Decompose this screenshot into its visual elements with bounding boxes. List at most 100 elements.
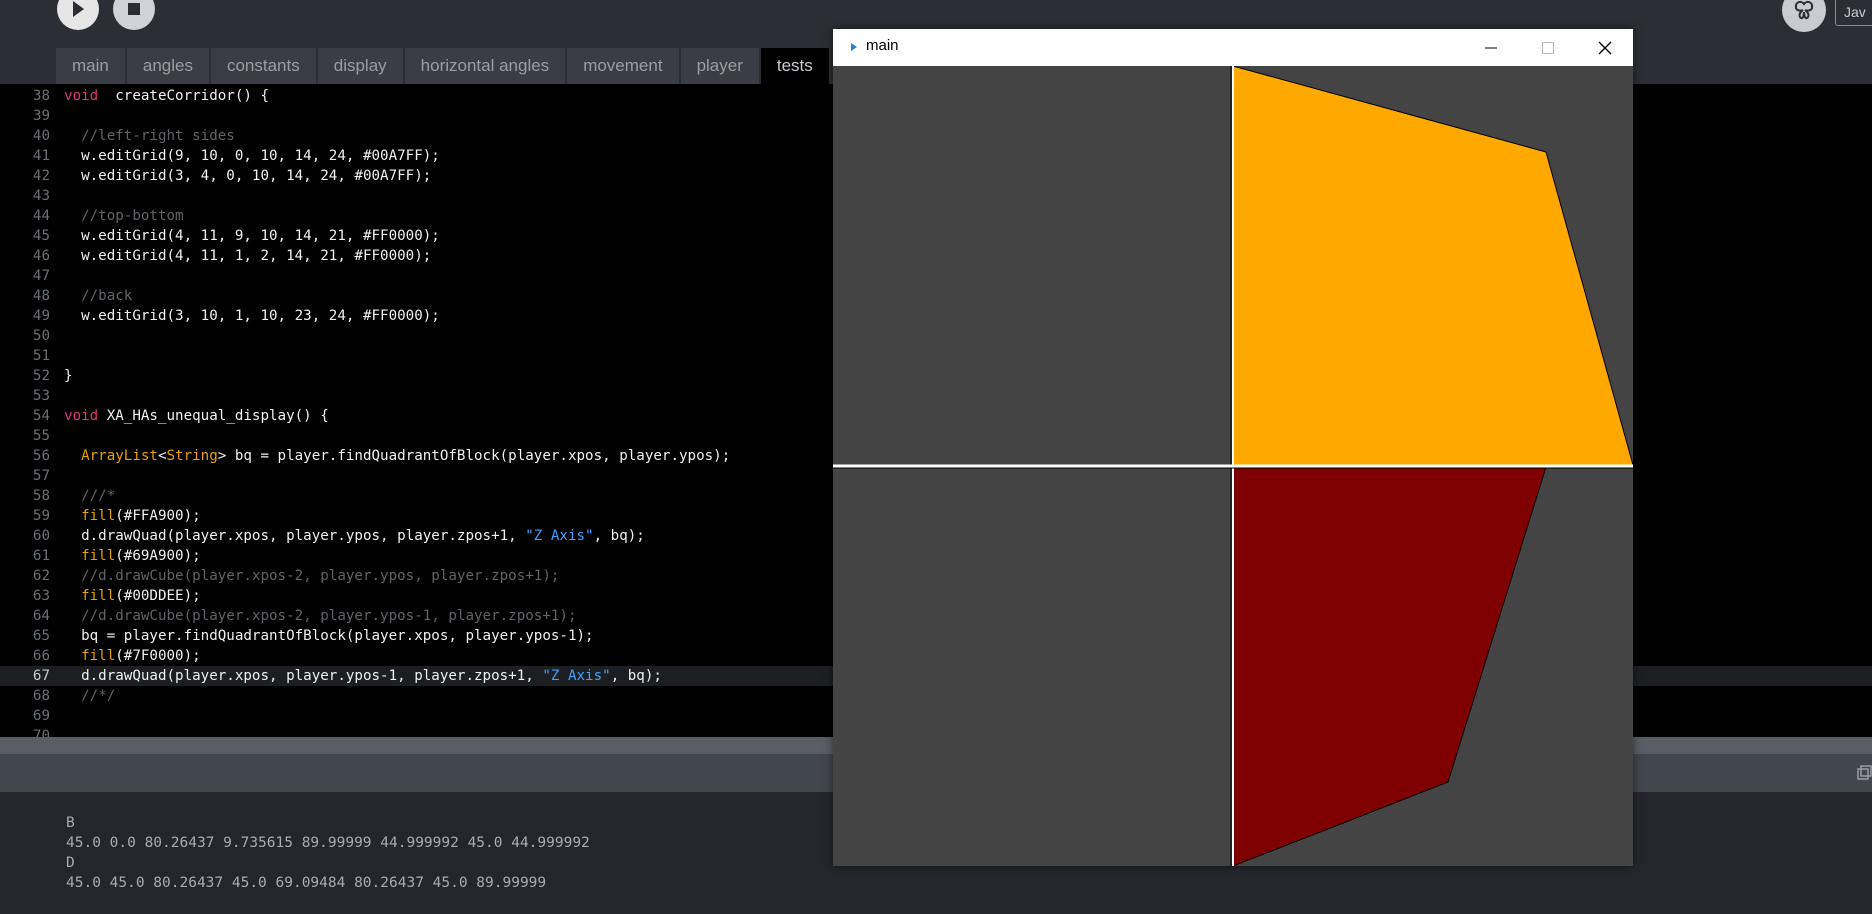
code-token: d.drawQuad(player.xpos, player.ypos, pla… bbox=[64, 528, 526, 544]
line-number: 46 bbox=[32, 248, 50, 264]
line-number: 59 bbox=[32, 508, 50, 524]
line-number: 53 bbox=[32, 388, 50, 404]
tab-movement[interactable]: movement bbox=[567, 48, 681, 84]
line-number: 63 bbox=[32, 588, 50, 604]
minimize-button[interactable] bbox=[1463, 29, 1519, 66]
console-line: D bbox=[66, 855, 75, 871]
line-number: 49 bbox=[32, 308, 50, 324]
code-text: fill(#00DDEE); bbox=[64, 586, 201, 606]
line-number: 42 bbox=[32, 168, 50, 184]
line-number: 56 bbox=[32, 448, 50, 464]
line-number: 58 bbox=[32, 488, 50, 504]
line-number: 43 bbox=[32, 188, 50, 204]
minimize-icon bbox=[1485, 47, 1497, 48]
mode-selector[interactable]: Jav bbox=[1835, 0, 1872, 26]
line-number: 69 bbox=[32, 708, 50, 724]
code-token: < bbox=[157, 448, 167, 464]
code-token: fill bbox=[81, 508, 116, 524]
line-number: 68 bbox=[32, 688, 50, 704]
code-text: } bbox=[64, 366, 73, 386]
line-number: 57 bbox=[32, 468, 50, 484]
sketch-window: main bbox=[833, 29, 1633, 866]
code-text: void XA_HAs_unequal_display() { bbox=[64, 406, 329, 426]
code-text: w.editGrid(4, 11, 9, 10, 14, 21, #FF0000… bbox=[64, 226, 440, 246]
code-token: //top-bottom bbox=[81, 208, 184, 224]
line-number: 51 bbox=[32, 348, 50, 364]
tab-angles[interactable]: angles bbox=[126, 48, 211, 84]
code-text: fill(#FFA900); bbox=[64, 506, 201, 526]
tab-player[interactable]: player bbox=[680, 48, 761, 84]
sketch-canvas[interactable] bbox=[833, 66, 1633, 866]
code-token: fill bbox=[81, 548, 116, 564]
code-text: //back bbox=[64, 286, 132, 306]
stop-button[interactable] bbox=[113, 0, 155, 30]
line-number: 47 bbox=[32, 268, 50, 284]
debugger-button[interactable] bbox=[1782, 0, 1826, 32]
stop-icon bbox=[128, 3, 140, 15]
code-token: (#FFA900); bbox=[115, 508, 201, 524]
maximize-icon bbox=[1542, 41, 1554, 54]
play-icon bbox=[73, 1, 84, 17]
maximize-button[interactable] bbox=[1520, 29, 1576, 66]
code-text: w.editGrid(3, 10, 1, 10, 23, 24, #FF0000… bbox=[64, 306, 440, 326]
close-button[interactable] bbox=[1577, 29, 1633, 66]
line-number: 61 bbox=[32, 548, 50, 564]
tab-tests[interactable]: tests bbox=[760, 48, 831, 84]
tab-horizontal-angles[interactable]: horizontal angles bbox=[404, 48, 568, 84]
code-text: //d.drawCube(player.xpos-2, player.ypos,… bbox=[64, 566, 559, 586]
line-number: 60 bbox=[32, 528, 50, 544]
line-number: 67 bbox=[32, 668, 50, 684]
window-title: main bbox=[866, 37, 899, 54]
processing-app-icon bbox=[851, 43, 857, 51]
code-token: , bq); bbox=[610, 668, 662, 684]
code-text: //d.drawCube(player.xpos-2, player.ypos-… bbox=[64, 606, 577, 626]
code-token: } bbox=[64, 368, 73, 384]
console-line: 45.0 45.0 80.26437 45.0 69.09484 80.2643… bbox=[66, 875, 547, 891]
code-token: ///* bbox=[81, 488, 116, 504]
window-titlebar[interactable]: main bbox=[833, 29, 1633, 66]
code-token: bq = player.findQuadrantOfBlock(player.x… bbox=[64, 628, 594, 644]
code-token: //left-right sides bbox=[81, 128, 235, 144]
code-token: String bbox=[166, 448, 218, 464]
tab-main[interactable]: main bbox=[56, 48, 127, 84]
code-token: (#00DDEE); bbox=[115, 588, 201, 604]
line-number: 64 bbox=[32, 608, 50, 624]
code-token: , bq); bbox=[593, 528, 645, 544]
line-number: 52 bbox=[32, 368, 50, 384]
line-number: 48 bbox=[32, 288, 50, 304]
code-token: "Z Axis" bbox=[525, 528, 594, 544]
line-number: 70 bbox=[32, 728, 50, 737]
line-number: 45 bbox=[32, 228, 50, 244]
code-token: w.editGrid(4, 11, 9, 10, 14, 21, #FF0000… bbox=[64, 228, 440, 244]
code-text: ///* bbox=[64, 486, 115, 506]
console-line: 45.0 0.0 80.26437 9.735615 89.99999 44.9… bbox=[66, 835, 590, 851]
tab-display[interactable]: display bbox=[317, 48, 405, 84]
code-text: //top-bottom bbox=[64, 206, 184, 226]
sketch-tabs: main angles constants display horizontal ang… bbox=[56, 48, 831, 84]
line-number: 50 bbox=[32, 328, 50, 344]
code-token: ArrayList bbox=[81, 448, 158, 464]
code-text: ArrayList<String> bq = player.findQuadra… bbox=[64, 446, 730, 466]
line-number: 55 bbox=[32, 428, 50, 444]
code-token: //d.drawCube(player.xpos-2, player.ypos,… bbox=[81, 568, 560, 584]
code-token: //*/ bbox=[81, 688, 116, 704]
code-text: w.editGrid(9, 10, 0, 10, 14, 24, #00A7FF… bbox=[64, 146, 440, 166]
line-number: 39 bbox=[32, 108, 50, 124]
copy-icon[interactable] bbox=[1856, 765, 1872, 781]
code-text: fill(#69A900); bbox=[64, 546, 201, 566]
code-token: "Z Axis" bbox=[542, 668, 611, 684]
code-token: //d.drawCube(player.xpos-2, player.ypos-… bbox=[81, 608, 577, 624]
code-token: fill bbox=[81, 588, 116, 604]
run-button[interactable] bbox=[57, 0, 99, 30]
console-line: B bbox=[66, 815, 75, 831]
code-text: //*/ bbox=[64, 686, 115, 706]
tab-constants[interactable]: constants bbox=[210, 48, 318, 84]
